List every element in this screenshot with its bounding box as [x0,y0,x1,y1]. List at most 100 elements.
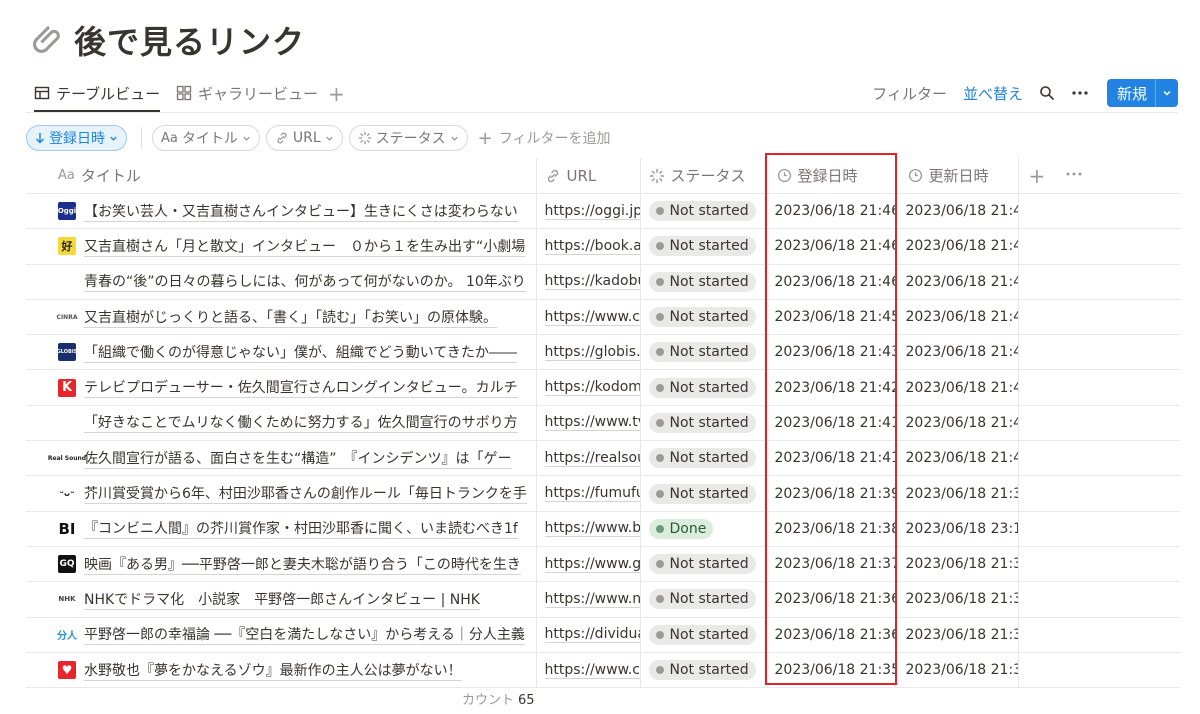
title-cell[interactable]: BI 『コンビニ人間』の芥川賞作家・村田沙耶香に聞く、いま読むべき1f [26,511,537,547]
status-cell[interactable]: Not started [640,475,765,512]
table-row[interactable]: Oggi 【お笑い芸人・又吉直樹さんインタビュー】生きにくさは変わらない htt… [26,193,1180,230]
table-row[interactable]: BI 『コンビニ人間』の芥川賞作家・村田沙耶香に聞く、いま読むべき1f http… [26,511,1180,547]
updated-cell[interactable]: 2023/06/18 21:43 [895,334,1019,371]
status-badge[interactable]: Not started [648,201,756,222]
status-badge[interactable]: Not started [648,624,756,645]
table-row[interactable]: K テレビプロデューサー・佐久間宣行さんロングインタビュー。カルチ https:… [26,369,1180,406]
title-cell[interactable]: GLOBIS 「組織で働くのが得意じゃない」僕が、組織でどう動いてきたか―― [26,334,537,371]
status-cell[interactable]: Not started [640,405,765,442]
url-cell[interactable]: https://www.cy [536,652,641,689]
status-cell[interactable]: Not started [640,652,765,689]
filter-chip-title[interactable]: Aa タイトル [152,125,260,151]
url-link[interactable]: https://www.gq [544,556,639,573]
created-cell[interactable]: 2023/06/18 21:43 [764,334,896,371]
url-link[interactable]: https://kadobu [544,273,639,291]
updated-cell[interactable]: 2023/06/18 21:39 [895,475,1019,512]
title-text[interactable]: 水野敬也『夢をかなえるゾウ』最新作の主人公は夢がない！ [84,660,462,681]
table-row[interactable]: 好 又吉直樹さん「月と散文」インタビュー ０から１を生み出す“小劇場 https… [26,228,1180,265]
updated-cell[interactable]: 2023/06/18 21:46 [895,264,1019,300]
updated-cell[interactable]: 2023/06/18 21:35 [895,652,1019,689]
add-filter-button[interactable]: + フィルターを追加 [478,128,611,149]
chevron-down-icon[interactable] [1155,79,1178,107]
updated-cell[interactable]: 2023/06/18 21:45 [895,405,1019,442]
filter-chip-status[interactable]: ステータス [348,125,468,151]
status-badge[interactable]: Done [648,518,714,539]
updated-cell[interactable]: 2023/06/18 21:36 [895,581,1019,618]
title-text[interactable]: 又吉直樹がじっくりと語る、「書く」「読む」「お笑い」の原体験。 [84,307,497,328]
column-header-url[interactable]: URL [536,158,641,194]
page-title[interactable]: 後で見るリンク [74,17,305,63]
updated-cell[interactable]: 2023/06/18 21:42 [895,369,1019,406]
url-cell[interactable]: https://oggi.jp/ [536,193,641,230]
title-cell[interactable]: ᵕᴗᵕ 芥川賞受賞から6年、村田沙耶香さんの創作ルール「毎日トランクを手 [26,475,537,512]
title-cell[interactable]: Real Sound 佐久間宣行が語る、面白さを生む“構造” 『インシデンツ』は… [26,440,537,477]
created-cell[interactable]: 2023/06/18 21:41 [764,405,896,442]
created-cell[interactable]: 2023/06/18 21:45 [764,299,896,336]
url-link[interactable]: https://www.tv [544,414,639,432]
table-row[interactable]: 分人 平野啓一郎の幸福論 ──『空白を満たしなさい』から考える｜分人主義 htt… [26,617,1180,653]
updated-cell[interactable]: 2023/06/18 23:11 [895,511,1019,547]
created-cell[interactable]: 2023/06/18 21:46 [764,193,896,230]
url-cell[interactable]: https://globis.jp [536,334,641,371]
updated-cell[interactable]: 2023/06/18 21:36 [895,617,1019,653]
add-view-plus-icon[interactable]: + [328,82,345,106]
status-cell[interactable]: Not started [640,228,765,265]
url-cell[interactable]: https://www.gq [536,546,641,583]
column-header-created[interactable]: 登録日時 [764,158,896,194]
created-cell[interactable]: 2023/06/18 21:42 [764,369,896,406]
url-link[interactable]: https://book.as [544,238,639,255]
column-header-updated[interactable]: 更新日時 [895,158,1019,194]
updated-cell[interactable]: 2023/06/18 21:46 [895,228,1019,265]
url-cell[interactable]: https://book.as [536,228,641,265]
url-link[interactable]: https://kodom [544,379,639,397]
title-text[interactable]: 【お笑い芸人・又吉直樹さんインタビュー】生きにくさは変わらない [84,201,518,222]
created-cell[interactable]: 2023/06/18 21:39 [764,475,896,512]
url-link[interactable]: https://realsou [544,450,639,467]
table-row[interactable]: NHK NHKでドラマ化 小説家 平野啓一郎さんインタビュー | NHK htt… [26,581,1180,618]
tab-table-view[interactable]: テーブルビュー [34,76,161,112]
sort-button[interactable]: 並べ替え [963,83,1023,104]
status-badge[interactable]: Not started [648,307,756,328]
url-link[interactable]: https://oggi.jp/ [544,203,639,220]
status-cell[interactable]: Not started [640,546,765,583]
table-row[interactable]: CINRA 又吉直樹がじっくりと語る、「書く」「読む」「お笑い」の原体験。 ht… [26,299,1180,336]
status-cell[interactable]: Not started [640,617,765,653]
status-badge[interactable]: Not started [648,483,756,504]
updated-cell[interactable]: 2023/06/18 21:46 [895,193,1019,230]
table-row[interactable]: GLOBIS 「組織で働くのが得意じゃない」僕が、組織でどう動いてきたか―― h… [26,334,1180,371]
status-badge[interactable]: Not started [648,589,756,610]
table-row[interactable]: Real Sound 佐久間宣行が語る、面白さを生む“構造” 『インシデンツ』は… [26,440,1180,477]
status-cell[interactable]: Done [640,511,765,547]
title-text[interactable]: 芥川賞受賞から6年、村田沙耶香さんの創作ルール「毎日トランクを手 [84,483,527,505]
sort-chip-created[interactable]: 登録日時 [26,125,127,151]
url-cell[interactable]: https://www.bu [536,511,641,547]
title-cell[interactable]: NHK NHKでドラマ化 小説家 平野啓一郎さんインタビュー | NHK [26,581,537,618]
table-row[interactable]: ᵕᴗᵕ 芥川賞受賞から6年、村田沙耶香さんの創作ルール「毎日トランクを手 htt… [26,475,1180,512]
title-text[interactable]: テレビプロデューサー・佐久間宣行さんロングインタビュー。カルチ [84,377,518,399]
created-cell[interactable]: 2023/06/18 21:35 [764,652,896,689]
title-text[interactable]: 「組織で働くのが得意じゃない」僕が、組織でどう動いてきたか―― [84,342,517,363]
url-cell[interactable]: https://www.cin [536,299,641,336]
created-cell[interactable]: 2023/06/18 21:37 [764,546,896,583]
url-link[interactable]: https://dividua [544,626,639,644]
table-row[interactable]: 青春の“後”の日々の暮らしには、何があって何がないのか。 10年ぶり https… [26,264,1180,300]
title-text[interactable]: 佐久間宣行が語る、面白さを生む“構造” 『インシデンツ』は「ゲー [84,448,512,469]
status-badge[interactable]: Not started [648,554,756,575]
url-link[interactable]: https://www.cin [544,309,639,326]
url-cell[interactable]: https://kadobu [536,264,641,300]
column-header-status[interactable]: ステータス [640,158,765,194]
created-cell[interactable]: 2023/06/18 21:46 [764,228,896,265]
status-cell[interactable]: Not started [640,299,765,336]
title-cell[interactable]: 好 又吉直樹さん「月と散文」インタビュー ０から１を生み出す“小劇場 [26,228,537,265]
title-text[interactable]: 青春の“後”の日々の暮らしには、何があって何がないのか。 10年ぶり [84,271,526,293]
url-cell[interactable]: https://fumufu [536,475,641,512]
status-badge[interactable]: Not started [648,342,756,363]
title-cell[interactable]: Oggi 【お笑い芸人・又吉直樹さんインタビュー】生きにくさは変わらない [26,193,537,230]
status-badge[interactable]: Not started [648,448,756,469]
title-cell[interactable]: 青春の“後”の日々の暮らしには、何があって何がないのか。 10年ぶり [26,264,537,300]
created-cell[interactable]: 2023/06/18 21:38 [764,511,896,547]
add-property-plus-icon[interactable]: + [1029,164,1046,188]
url-link[interactable]: https://fumufu [544,485,639,503]
title-text[interactable]: 『コンビニ人間』の芥川賞作家・村田沙耶香に聞く、いま読むべき1f [84,518,518,540]
table-row[interactable]: GQ 映画『ある男』──平野啓一郎と妻夫木聡が語り合う「この時代を生き http… [26,546,1180,583]
